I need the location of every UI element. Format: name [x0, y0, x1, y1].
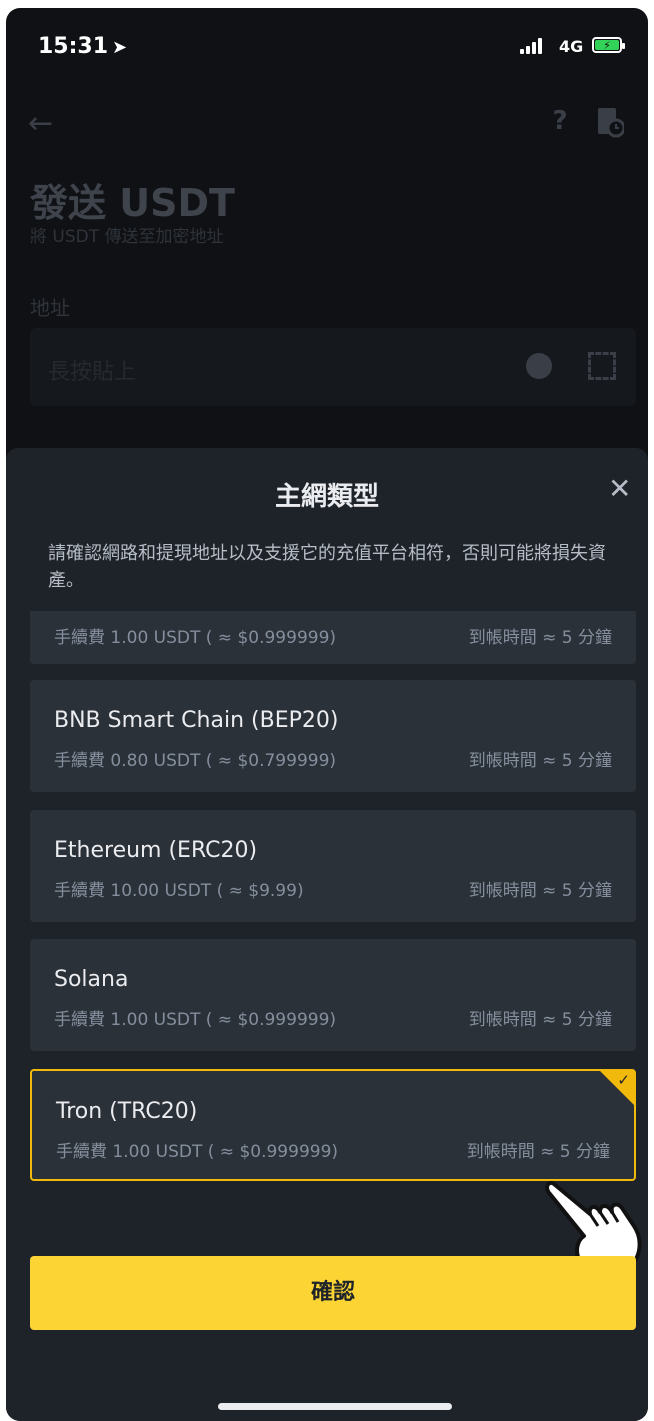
confirm-button[interactable]: 確認 [30, 1256, 636, 1330]
status-time-text: 15:31 [38, 34, 109, 59]
address-input[interactable]: 長按貼上 [30, 328, 636, 406]
network-option-solana[interactable]: Solana 手續費 1.00 USDT ( ≈ $0.999999) 到帳時間… [30, 939, 636, 1051]
signal-icon [520, 38, 542, 54]
network-select-sheet: 主網類型 ✕ 請確認網路和提現地址以及支援它的充值平台相符，否則可能將損失資產。… [6, 448, 648, 1421]
home-indicator[interactable] [218, 1403, 452, 1410]
network-fee: 手續費 1.00 USDT ( ≈ $0.999999) [54, 1010, 337, 1030]
battery-charging-icon: ⚡ [592, 37, 625, 53]
network-eta: 到帳時間 ≈ 5 分鐘 [468, 628, 612, 648]
address-label: 地址 [30, 296, 70, 320]
status-time: 15:31 ➤ [38, 34, 127, 59]
network-name: Solana [54, 967, 129, 992]
contact-icon[interactable] [526, 353, 552, 379]
network-fee: 手續費 1.00 USDT ( ≈ $0.999999) [56, 1142, 339, 1162]
network-option-bep20[interactable]: BNB Smart Chain (BEP20) 手續費 0.80 USDT ( … [30, 680, 636, 792]
status-bar: 15:31 ➤ 4G ⚡ [6, 8, 648, 88]
sheet-title: 主網類型 [274, 482, 379, 512]
network-fee: 手續費 1.00 USDT ( ≈ $0.999999) [54, 628, 337, 648]
network-name: BNB Smart Chain (BEP20) [54, 708, 339, 733]
network-eta: 到帳時間 ≈ 5 分鐘 [466, 1142, 610, 1162]
help-icon[interactable]: ? [546, 106, 574, 138]
page-subtitle: 將 USDT 傳送至加密地址 [30, 227, 224, 247]
network-eta: 到帳時間 ≈ 5 分鐘 [468, 881, 612, 901]
check-icon: ✓ [617, 1071, 630, 1089]
scan-icon[interactable] [588, 352, 616, 380]
history-icon[interactable] [596, 106, 626, 138]
phone-screen: 15:31 ➤ 4G ⚡ ← ? 發送 USDT 將 USDT 傳送至加密地址 地… [6, 8, 648, 1421]
address-placeholder: 長按貼上 [48, 360, 137, 385]
network-eta: 到帳時間 ≈ 5 分鐘 [468, 751, 612, 771]
close-icon[interactable]: ✕ [608, 472, 631, 505]
location-arrow-icon: ➤ [112, 37, 128, 58]
network-option-erc20[interactable]: Ethereum (ERC20) 手續費 10.00 USDT ( ≈ $9.9… [30, 810, 636, 922]
network-name: Tron (TRC20) [56, 1099, 198, 1124]
back-arrow-icon[interactable]: ← [28, 106, 53, 141]
network-eta: 到帳時間 ≈ 5 分鐘 [468, 1010, 612, 1030]
page-title: 發送 USDT [30, 181, 235, 225]
network-fee: 手續費 10.00 USDT ( ≈ $9.99) [54, 881, 304, 901]
network-option-trc20[interactable]: ✓ Tron (TRC20) 手續費 1.00 USDT ( ≈ $0.9999… [30, 1069, 636, 1181]
network-fee: 手續費 0.80 USDT ( ≈ $0.799999) [54, 751, 337, 771]
network-type: 4G [559, 37, 584, 56]
network-option[interactable]: 手續費 1.00 USDT ( ≈ $0.999999) 到帳時間 ≈ 5 分鐘 [30, 611, 636, 664]
network-name: Ethereum (ERC20) [54, 838, 258, 863]
send-page-dimmed: ← ? 發送 USDT 將 USDT 傳送至加密地址 地址 長按貼上 [6, 88, 648, 448]
network-warning: 請確認網路和提現地址以及支援它的充值平台相符，否則可能將損失資產。 [48, 543, 606, 591]
